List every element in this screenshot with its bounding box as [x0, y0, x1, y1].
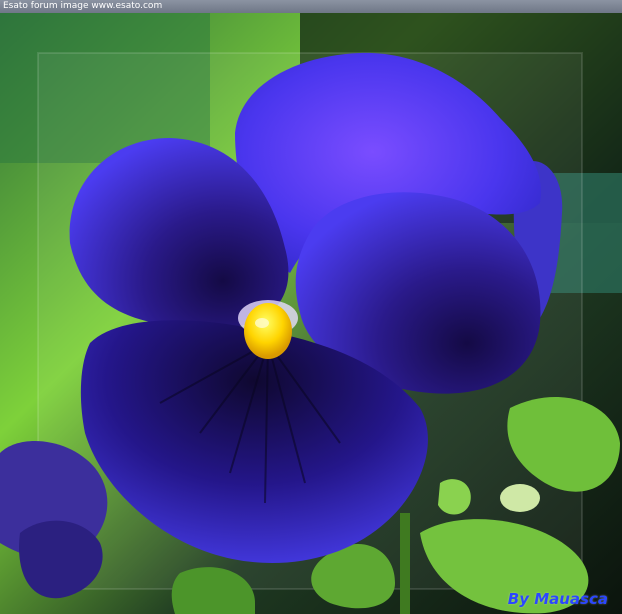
signature-text: By Mauasca	[507, 590, 608, 608]
forum-caption-text: Esato forum image www.esato.com	[3, 1, 163, 11]
photographer-signature: By Mauasca	[508, 590, 608, 608]
flower-photo	[0, 13, 622, 614]
forum-caption-bar: Esato forum image www.esato.com	[0, 0, 622, 13]
pansy-flower-icon	[0, 13, 622, 614]
